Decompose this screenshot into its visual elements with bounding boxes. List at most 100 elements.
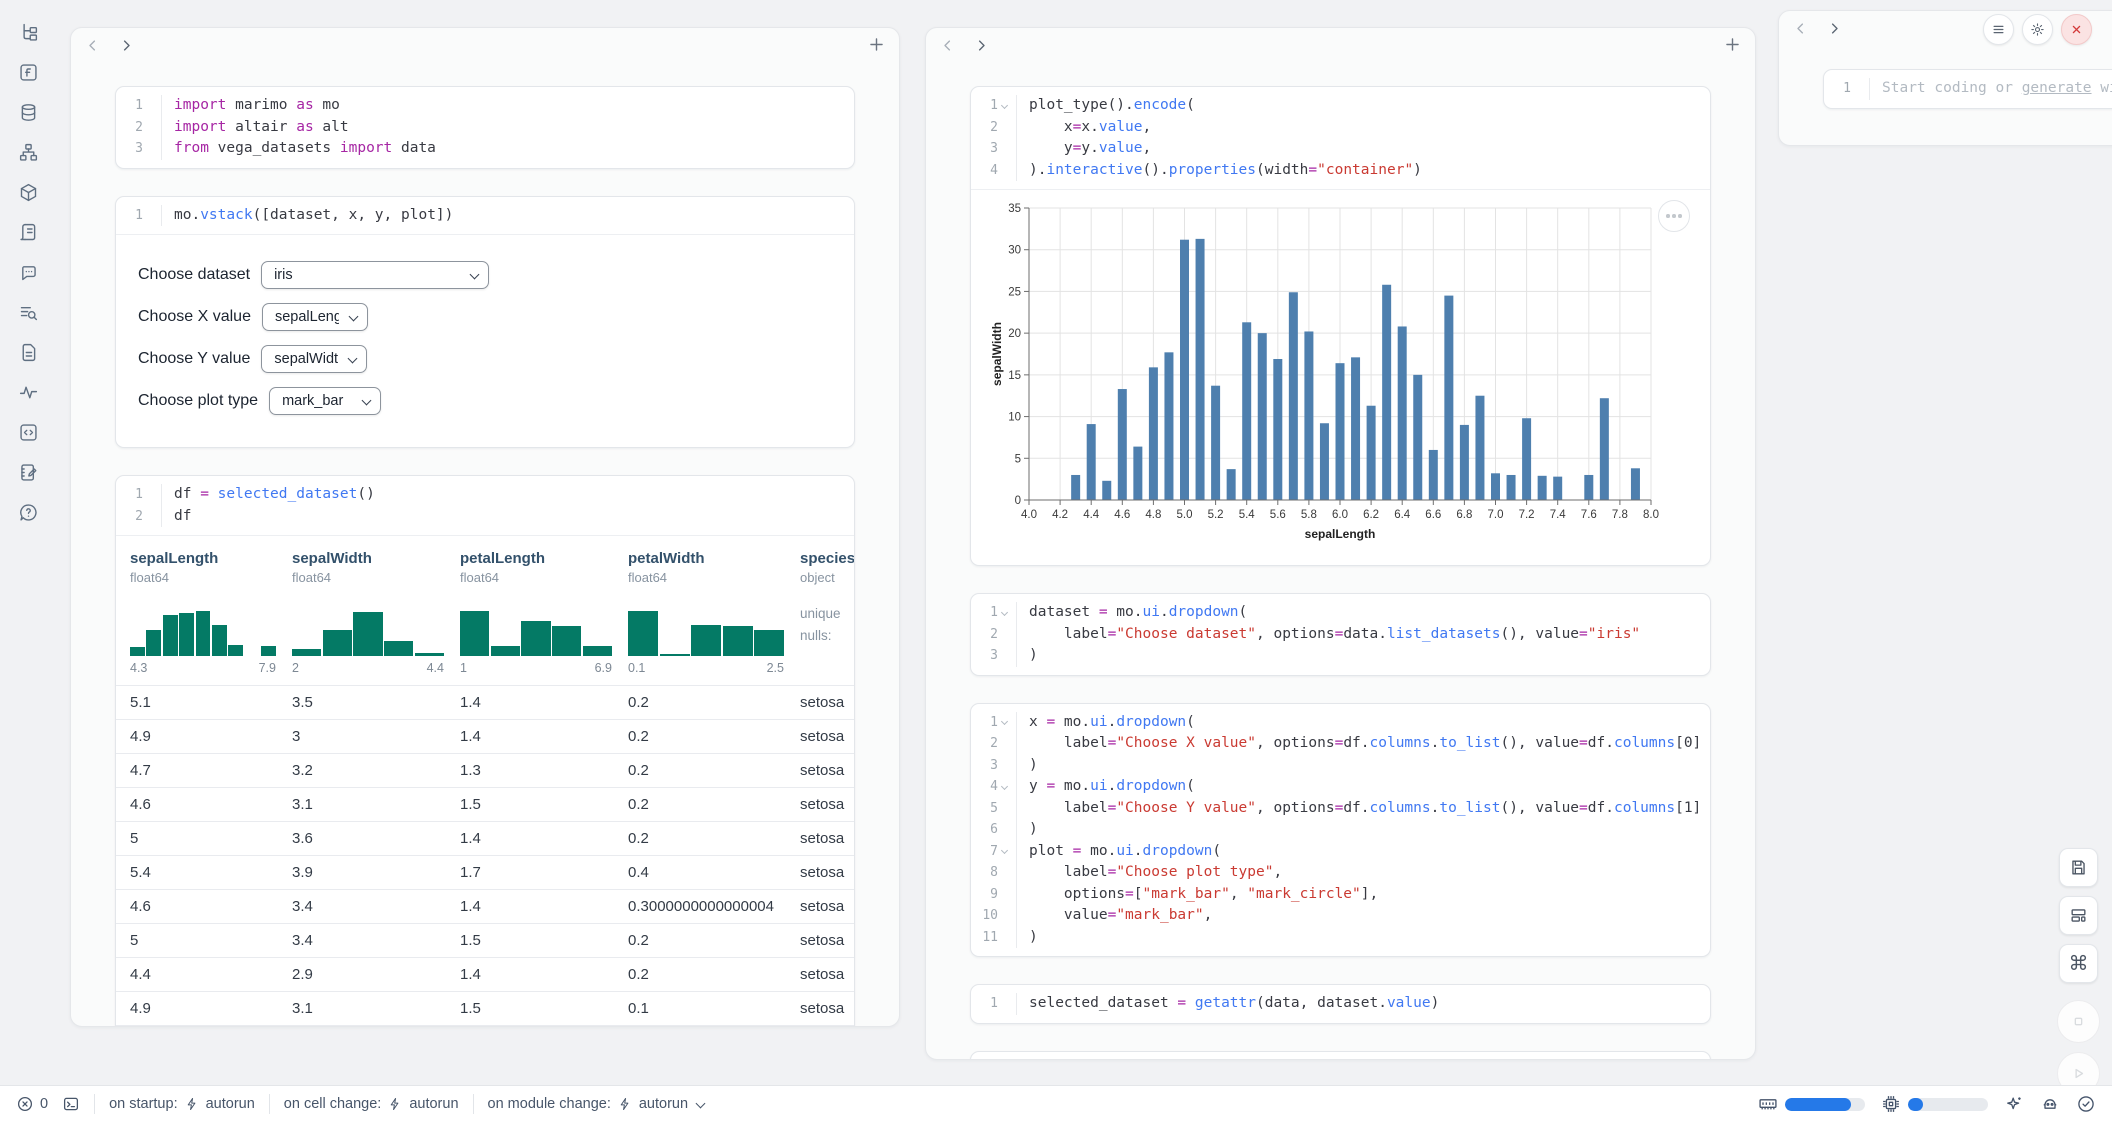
layout-icon[interactable]: [2059, 896, 2098, 935]
run-config-item[interactable]: on cell change:autorun: [284, 1096, 459, 1112]
table-cell: 3.1: [292, 1000, 460, 1017]
column-name: sepalWidth: [292, 550, 460, 567]
run-config-item[interactable]: on startup:autorun: [109, 1096, 255, 1112]
table-column-header[interactable]: petalWidthfloat640.12.5: [628, 550, 800, 685]
line-number: 3: [135, 138, 143, 160]
table-cell: 1.4: [460, 898, 628, 915]
dropdown-chevron-icon: mark_bar: [269, 387, 381, 415]
code-cell: 1plot_type().encode(2 x=x.value,3 y=y.va…: [970, 86, 1711, 566]
assistant-icon[interactable]: [2040, 1094, 2060, 1114]
help-icon[interactable]: [18, 502, 39, 523]
table-row[interactable]: 53.61.40.2setosa: [116, 821, 854, 855]
table-row[interactable]: 4.931.40.2setosa: [116, 719, 854, 753]
add-cell-button[interactable]: [1723, 35, 1743, 55]
line-number-gutter: 1: [971, 993, 1017, 1015]
chevron-right-icon[interactable]: [117, 36, 135, 54]
check-circle-icon[interactable]: [2076, 1094, 2096, 1114]
code-icon[interactable]: [18, 422, 39, 443]
gear-icon[interactable]: [2022, 14, 2053, 45]
file-tree-icon[interactable]: [18, 22, 39, 43]
chevron-right-icon[interactable]: [1825, 19, 1843, 37]
fold-chevron-icon[interactable]: [1000, 717, 1010, 727]
snippets-icon[interactable]: [18, 342, 39, 363]
dropdown-select[interactable]: sepalLength: [262, 303, 368, 331]
table-header-row: sepalLengthfloat644.37.9sepalWidth float6…: [116, 536, 854, 685]
table-column-header[interactable]: sepalLengthfloat644.37.9: [130, 550, 292, 685]
table-row[interactable]: 4.63.41.40.3000000000000004setosa: [116, 889, 854, 923]
code-editor[interactable]: 1x = mo.ui.dropdown(2 label="Choose X va…: [971, 704, 1710, 957]
dropdown-select[interactable]: mark_bar: [269, 387, 381, 415]
close-icon[interactable]: [2061, 14, 2092, 45]
code-editor[interactable]: 1selected_dataset = getattr(data, datase…: [971, 985, 1710, 1023]
table-row[interactable]: 4.73.21.30.2setosa: [116, 753, 854, 787]
table-column-header[interactable]: sepalWidthfloat6424.4: [292, 550, 460, 685]
column-name: petalWidth: [628, 550, 800, 567]
tracing-icon[interactable]: [18, 382, 39, 403]
code-editor[interactable]: 1dataset = mo.ui.dropdown(2 label="Choos…: [971, 594, 1710, 675]
fold-chevron-icon[interactable]: [1000, 846, 1010, 856]
table-row[interactable]: 53.41.50.2setosa: [116, 923, 854, 957]
line-number-gutter: 2: [971, 733, 1017, 755]
column-dtype: float64: [292, 570, 460, 585]
table-row[interactable]: 4.93.11.50.1setosa: [116, 991, 854, 1025]
table-footer: 150 rows, 5 columnsPage1of 15Download: [116, 1025, 854, 1027]
command-icon[interactable]: ⌘: [2059, 944, 2098, 983]
table-cell: 1.4: [460, 830, 628, 847]
code-editor[interactable]: 1plot_type().encode(2 x=x.value,3 y=y.va…: [971, 87, 1710, 189]
svg-text:5.8: 5.8: [1301, 509, 1317, 521]
ai-sparkles-icon[interactable]: [2004, 1094, 2024, 1114]
fold-chevron-icon[interactable]: [1000, 608, 1010, 618]
run-config-item[interactable]: on module change:autorun: [488, 1096, 705, 1112]
marimo-app: 1import marimo as mo2import altair as al…: [0, 0, 2112, 1122]
chat-icon[interactable]: [18, 262, 39, 283]
stop-icon[interactable]: [2057, 1000, 2100, 1043]
terminal-icon[interactable]: [62, 1095, 80, 1113]
errors-indicator[interactable]: 0: [16, 1095, 48, 1113]
notebook-icon[interactable]: [18, 462, 39, 483]
variables-icon[interactable]: [18, 62, 39, 83]
code-editor[interactable]: 1plot_type = getattr(alt.Chart(df), plot…: [971, 1052, 1710, 1061]
save-icon[interactable]: [2059, 848, 2098, 887]
line-number: 1: [135, 95, 143, 117]
chart-actions-button[interactable]: [1658, 200, 1690, 232]
chevron-left-icon[interactable]: [1791, 19, 1809, 37]
menu-icon[interactable]: [1983, 14, 2014, 45]
svg-text:6.0: 6.0: [1332, 509, 1348, 521]
packages-icon[interactable]: [18, 182, 39, 203]
generate-with-ai-link[interactable]: generate: [2022, 80, 2092, 96]
table-column-header[interactable]: speciesobjectuniquenulls:: [800, 550, 854, 685]
line-number: 1: [990, 712, 998, 734]
chevron-left-icon[interactable]: [83, 36, 101, 54]
table-cell: 0.1: [628, 1000, 800, 1017]
dependency-graph-icon[interactable]: [18, 142, 39, 163]
code-placeholder[interactable]: Start coding or generate with AI: [1870, 78, 2112, 100]
table-row[interactable]: 4.42.91.40.2setosa: [116, 957, 854, 991]
line-number: 6: [990, 819, 998, 841]
table-row[interactable]: 4.63.11.50.2setosa: [116, 787, 854, 821]
dropdown-select[interactable]: sepalWidth: [261, 345, 367, 373]
logs-icon[interactable]: [18, 302, 39, 323]
fold-chevron-icon[interactable]: [1000, 782, 1010, 792]
chart-output: 4.04.24.44.64.85.05.25.45.65.86.06.26.46…: [971, 189, 1710, 565]
scratchpad-icon[interactable]: [18, 222, 39, 243]
svg-text:4.6: 4.6: [1114, 509, 1130, 521]
chevron-right-icon[interactable]: [972, 36, 990, 54]
database-icon[interactable]: [18, 102, 39, 123]
code-editor[interactable]: 1mo.vstack([dataset, x, y, plot]): [116, 197, 854, 235]
dropdown-select[interactable]: iris: [261, 261, 489, 289]
fold-chevron-icon[interactable]: [1000, 101, 1010, 111]
table-row[interactable]: 5.43.91.70.4setosa: [116, 855, 854, 889]
column-histogram: [460, 600, 612, 656]
add-cell-button[interactable]: [867, 35, 887, 55]
table-column-header[interactable]: petalLengthfloat6416.9: [460, 550, 628, 685]
svg-text:4.2: 4.2: [1052, 509, 1068, 521]
line-number: 4: [990, 776, 998, 798]
code-editor[interactable]: 1import marimo as mo2import altair as al…: [116, 87, 854, 168]
table-cell: 1.3: [460, 762, 628, 779]
code-editor[interactable]: 1df = selected_dataset()2df: [116, 476, 854, 535]
empty-code-cell[interactable]: 1 Start coding or generate with AI: [1823, 69, 2112, 109]
table-row[interactable]: 5.13.51.40.2setosa: [116, 685, 854, 719]
bar-chart[interactable]: 4.04.24.44.64.85.05.25.45.65.86.06.26.46…: [991, 200, 1659, 544]
line-number-gutter: 10: [971, 905, 1017, 927]
chevron-left-icon[interactable]: [938, 36, 956, 54]
